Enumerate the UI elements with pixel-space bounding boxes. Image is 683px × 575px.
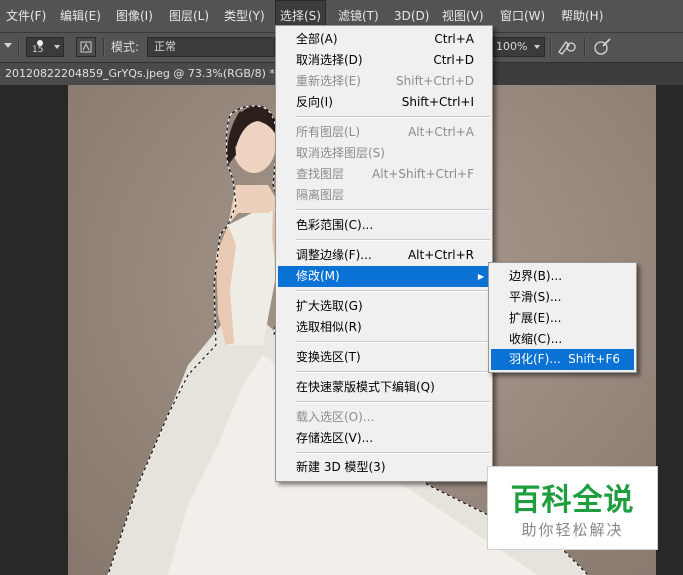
submenu-arrow-icon: ▶ <box>477 272 484 281</box>
menu-item-save-selection[interactable]: 存储选区(V)... <box>278 428 490 449</box>
options-separator <box>18 38 20 57</box>
brush-size-value: 15 <box>32 45 44 55</box>
document-tab[interactable]: 20120822204859_GrYQs.jpeg @ 73.3%(RGB/8)… <box>0 63 278 85</box>
options-separator <box>103 38 105 57</box>
submenu-item-contract[interactable]: 收缩(C)... <box>491 329 634 350</box>
brush-preset-picker[interactable]: 15 <box>26 37 64 57</box>
menu-item-isolate-layers: 隔离图层 <box>296 188 345 202</box>
submenu-item-smooth[interactable]: 平滑(S)... <box>491 287 634 308</box>
document-tab-title: 20120822204859_GrYQs.jpeg @ 73.3%(RGB/8)… <box>5 67 275 80</box>
options-separator <box>550 38 552 57</box>
modify-submenu: 边界(B)... 平滑(S)... 扩展(E)... 收缩(C)... 羽化(F… <box>488 262 637 373</box>
mode-select[interactable]: 正常 <box>147 37 275 57</box>
opacity-value: 100% <box>496 40 528 53</box>
menu-separator <box>296 341 490 343</box>
menu-item-load-selection: 载入选区(O)... <box>296 410 375 424</box>
pressure-size-icon[interactable] <box>592 37 614 57</box>
menu-item-reselect: 重新选择(E) Shift+Ctrl+D <box>296 74 474 88</box>
chevron-down-icon <box>54 45 60 49</box>
menu-item-select-all[interactable]: 全部(A) Ctrl+A <box>278 29 490 50</box>
menu-edit[interactable]: 编辑(E) <box>56 0 105 32</box>
brush-panel-toggle-button[interactable] <box>76 37 96 57</box>
mode-label: 模式: <box>111 40 140 54</box>
menu-separator <box>296 290 490 292</box>
pressure-opacity-icon[interactable] <box>556 37 578 57</box>
opacity-field[interactable]: 100% <box>493 37 545 57</box>
menu-item-inverse[interactable]: 反向(I) Shift+Ctrl+I <box>278 92 490 113</box>
chevron-down-icon <box>534 45 540 49</box>
menu-separator <box>296 371 490 373</box>
menu-item-grow[interactable]: 扩大选取(G) <box>278 296 490 317</box>
watermark-title: 百科全说 <box>510 483 635 518</box>
select-menu-dropdown: 全部(A) Ctrl+A 取消选择(D) Ctrl+D 重新选择(E) Shift+C… <box>275 25 493 482</box>
mode-value: 正常 <box>154 40 176 53</box>
menu-item-deselect-layers: 取消选择图层(S) <box>296 146 385 160</box>
menu-item-find-layers: 查找图层 Alt+Shift+Ctrl+F <box>296 167 474 181</box>
menu-item-deselect[interactable]: 取消选择(D) Ctrl+D <box>278 50 490 71</box>
menu-item-transform-selection[interactable]: 变换选区(T) <box>278 347 490 368</box>
options-separator <box>584 38 586 57</box>
menu-window[interactable]: 窗口(W) <box>496 0 549 32</box>
menu-separator <box>296 239 490 241</box>
menu-layer[interactable]: 图层(L) <box>165 0 213 32</box>
submenu-item-border[interactable]: 边界(B)... <box>491 266 634 287</box>
menu-item-new-3d-model[interactable]: 新建 3D 模型(3) <box>278 457 490 478</box>
menu-separator <box>296 401 490 403</box>
watermark-subtitle: 助你轻松解决 <box>521 521 624 539</box>
brush-panel-icon <box>80 41 92 53</box>
menu-item-all-layers: 所有图层(L) Alt+Ctrl+A <box>296 125 474 139</box>
menu-separator <box>296 116 490 118</box>
menu-file[interactable]: 文件(F) <box>2 0 50 32</box>
menu-item-quick-mask[interactable]: 在快速蒙版模式下编辑(Q) <box>278 377 490 398</box>
menu-item-refine-edge[interactable]: 调整边缘(F)... Alt+Ctrl+R <box>278 245 490 266</box>
tool-preset-arrow-icon[interactable] <box>4 43 12 48</box>
menu-help[interactable]: 帮助(H) <box>557 0 607 32</box>
watermark-logo: 百科全说 助你轻松解决 <box>487 466 658 550</box>
menu-separator <box>296 452 490 454</box>
menu-image[interactable]: 图像(I) <box>112 0 157 32</box>
menu-item-color-range[interactable]: 色彩范围(C)... <box>278 215 490 236</box>
submenu-item-feather[interactable]: 羽化(F)... Shift+F6 <box>491 349 634 370</box>
submenu-item-expand[interactable]: 扩展(E)... <box>491 308 634 329</box>
menu-type[interactable]: 类型(Y) <box>220 0 269 32</box>
menu-item-modify[interactable]: 修改(M) ▶ <box>278 266 490 287</box>
menu-item-similar[interactable]: 选取相似(R) <box>278 317 490 338</box>
menu-separator <box>296 209 490 211</box>
